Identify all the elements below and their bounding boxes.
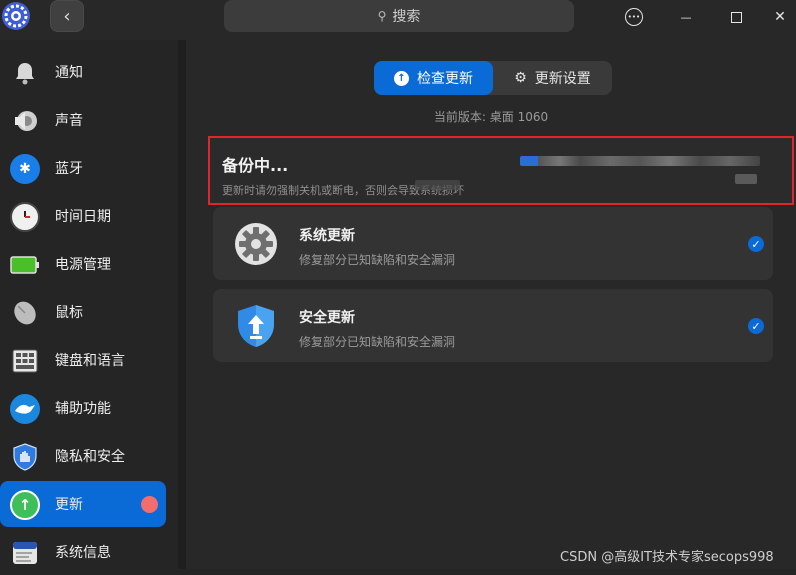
tab-label: 检查更新 (417, 71, 473, 87)
privacy-shield-icon (10, 442, 40, 472)
sidebar-item-label: 隐私和安全 (55, 449, 125, 465)
backup-status-card: 备份中... 更新时请勿强制关机或断电，否则会导致系统损坏 (208, 136, 794, 205)
chevron-left-icon: ‹ (63, 5, 71, 27)
pane-divider (178, 40, 186, 569)
close-button[interactable]: ✕ (768, 6, 792, 28)
update-item-security[interactable]: 安全更新 修复部分已知缺陷和安全漏洞 ✓ (213, 289, 773, 362)
sidebar-item-bluetooth[interactable]: ✱ 蓝牙 (0, 145, 166, 191)
backup-title: 备份中... (222, 156, 289, 175)
search-icon: ⚲ (377, 9, 387, 23)
app-logo-icon (2, 2, 30, 30)
clock-icon (10, 202, 40, 232)
sidebar-item-privacy[interactable]: 隐私和安全 (0, 433, 166, 479)
security-shield-icon (238, 305, 274, 347)
minimize-icon: — (680, 10, 692, 24)
accessibility-icon (10, 394, 40, 424)
sidebar-item-mouse[interactable]: 鼠标 (0, 289, 166, 335)
watermark-text: CSDN @高级IT技术专家secops998 (560, 550, 774, 565)
mouse-icon (10, 298, 40, 328)
update-description: 修复部分已知缺陷和安全漏洞 (299, 335, 456, 349)
sidebar: 通知 声音 ✱ 蓝牙 时间日期 电源管理 鼠标 键盘和语言 辅助功能 隐私和安全… (0, 40, 178, 569)
checkmark-icon[interactable]: ✓ (748, 236, 764, 252)
update-tab-switcher: ↑ 检查更新 ⚙ 更新设置 (374, 61, 612, 95)
sidebar-item-label: 蓝牙 (55, 161, 83, 177)
sidebar-item-accessibility[interactable]: 辅助功能 (0, 385, 166, 431)
bell-icon (10, 58, 40, 88)
search-placeholder: 搜索 (392, 9, 421, 25)
update-title: 系统更新 (299, 228, 355, 244)
search-input[interactable]: ⚲ 搜索 (224, 0, 574, 32)
battery-icon (10, 250, 40, 280)
title-bar: ‹ ⚲ 搜索 ••• — ✕ (0, 0, 796, 40)
sidebar-item-keyboard[interactable]: 键盘和语言 (0, 337, 166, 383)
sidebar-item-datetime[interactable]: 时间日期 (0, 193, 166, 239)
redacted-area (735, 174, 757, 184)
sidebar-item-notification[interactable]: 通知 (0, 49, 166, 95)
tab-label: 更新设置 (534, 71, 591, 87)
sidebar-item-label: 通知 (55, 65, 83, 81)
sidebar-item-label: 系统信息 (55, 545, 111, 561)
sidebar-item-system-info[interactable]: 系统信息 (0, 529, 166, 575)
bluetooth-icon: ✱ (10, 154, 40, 184)
speaker-icon (10, 106, 40, 136)
checkmark-icon[interactable]: ✓ (748, 318, 764, 334)
current-version-text: 当前版本: 桌面 1060 (433, 110, 549, 124)
main-panel: ↑ 检查更新 ⚙ 更新设置 当前版本: 桌面 1060 备份中... 更新时请勿… (186, 40, 796, 569)
tab-update-settings[interactable]: ⚙ 更新设置 (493, 61, 612, 95)
back-button[interactable]: ‹ (50, 0, 84, 32)
update-item-system[interactable]: 系统更新 修复部分已知缺陷和安全漏洞 ✓ (213, 207, 773, 280)
sidebar-item-label: 电源管理 (55, 257, 111, 273)
sidebar-item-label: 时间日期 (55, 209, 111, 225)
main-menu-button[interactable]: ••• (622, 6, 646, 28)
update-icon: ↑ (10, 490, 40, 520)
sidebar-item-label: 键盘和语言 (55, 353, 125, 369)
gear-icon (235, 223, 277, 265)
sidebar-item-label: 辅助功能 (55, 401, 111, 417)
sidebar-item-label: 鼠标 (55, 305, 83, 321)
redacted-area (520, 156, 760, 166)
keyboard-icon (10, 346, 40, 376)
sidebar-item-update[interactable]: ↑ 更新 (0, 481, 166, 527)
update-description: 修复部分已知缺陷和安全漏洞 (299, 253, 456, 267)
system-info-icon (10, 538, 40, 568)
maximize-button[interactable] (724, 6, 748, 28)
maximize-icon (730, 11, 742, 23)
tab-check-update[interactable]: ↑ 检查更新 (374, 61, 493, 95)
arrow-up-circle-icon: ↑ (394, 70, 409, 86)
sidebar-item-power[interactable]: 电源管理 (0, 241, 166, 287)
close-icon: ✕ (774, 9, 786, 25)
sidebar-item-sound[interactable]: 声音 (0, 97, 166, 143)
minimize-button[interactable]: — (674, 6, 698, 28)
more-icon: ••• (625, 8, 643, 26)
gear-icon: ⚙ (514, 70, 527, 86)
sidebar-item-label: 声音 (55, 113, 83, 129)
redacted-area (415, 180, 460, 190)
sidebar-item-label: 更新 (55, 497, 83, 513)
notification-badge (141, 496, 158, 513)
update-title: 安全更新 (299, 310, 355, 326)
